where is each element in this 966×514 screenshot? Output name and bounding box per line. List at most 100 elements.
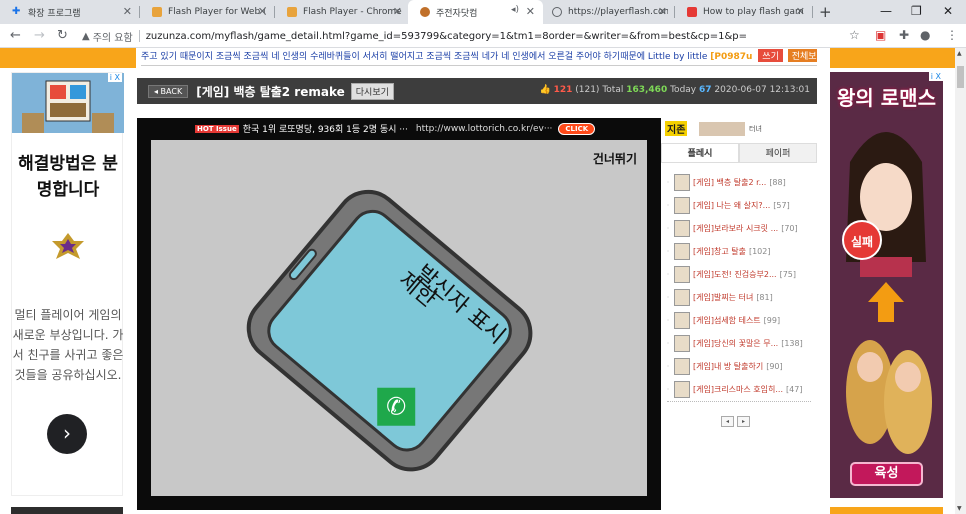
game-name[interactable]: [게임] 나는 왜 살지?... <box>693 200 770 211</box>
tab-playerflash[interactable]: https://playerflash.com ✕ <box>540 0 675 24</box>
write-button[interactable]: 쓰기 <box>758 49 783 62</box>
list-item[interactable]: · [게임]보라보라 시크릿 ... [70] <box>661 217 817 240</box>
puzzle-icon[interactable]: ✚ <box>899 28 909 42</box>
skip-button[interactable]: 건너뛰기 <box>593 150 637 167</box>
game-stage[interactable]: 건너뛰기 ✆ 발신자 표시 제한 <box>151 140 647 496</box>
tab-extensions[interactable]: ✚ 확장 프로그램 ✕ <box>0 0 140 24</box>
phone-illustration[interactable]: ✆ 발신자 표시 제한 <box>151 140 647 496</box>
list-item[interactable]: · [게임]창고 탈출 [102] <box>661 240 817 263</box>
list-item[interactable]: · [게임]섬세함 테스트 [99] <box>661 309 817 332</box>
panel-tabs: 플레시 페이퍼 <box>661 143 817 163</box>
tab-zuzunza[interactable]: 주전자닷컴 ◂) ✕ <box>408 0 543 24</box>
back-arrow-icon[interactable]: ← <box>10 28 21 43</box>
game-name[interactable]: [게임] 백층 탈출2 r... <box>693 177 766 188</box>
hot-text[interactable]: 한국 1위 로또명당, 936회 1등 2명 동시 ··· <box>243 122 408 135</box>
list-item[interactable]: · [게임]크리스마스 호임히... [47] <box>661 378 817 401</box>
hot-url[interactable]: http://www.lottorich.co.kr/ev··· <box>416 124 553 134</box>
extension-icon[interactable]: ▣ <box>875 28 886 42</box>
divider <box>667 401 811 402</box>
tab-flash-player-web[interactable]: Flash Player for Web ( ✕ <box>140 0 275 24</box>
close-icon[interactable]: ✕ <box>258 5 267 18</box>
ad-choices-icon[interactable]: i X <box>928 72 943 81</box>
close-icon[interactable]: ✕ <box>796 5 805 18</box>
prev-page-button[interactable]: ◂ <box>721 416 734 427</box>
address-bar[interactable]: ▲ 주의 요함 zuzunza.com/myflash/game_detail.… <box>82 27 842 45</box>
close-icon[interactable]: ✕ <box>658 5 667 18</box>
game-thumbnail[interactable] <box>674 381 690 398</box>
restore-button[interactable]: ❐ <box>911 4 922 18</box>
audio-icon[interactable]: ◂) <box>511 5 519 15</box>
game-list: · [게임] 백층 탈출2 r... [88] · [게임] 나는 왜 살지?...[… <box>661 171 817 401</box>
forward-arrow-icon[interactable]: → <box>34 28 45 43</box>
profile-icon[interactable]: ● <box>920 28 930 42</box>
orange-banner-left <box>0 48 136 68</box>
page-content: 주고 있기 때문이지 조금씩 조금씩 네 인생의 수레바퀴들이 서서히 떨어지고… <box>0 48 966 514</box>
view-all-button[interactable]: 전체보기 <box>787 49 817 62</box>
game-name[interactable]: [게임]당신의 꽃말은 무... <box>693 338 778 349</box>
minimize-button[interactable]: — <box>880 4 892 18</box>
game-thumbnail[interactable] <box>674 335 690 352</box>
game-thumbnail[interactable] <box>674 220 690 237</box>
hot-badge: HOT Issue <box>195 124 239 133</box>
close-icon[interactable]: ✕ <box>526 5 535 18</box>
game-name[interactable]: [게임]보라보라 시크릿 ... <box>693 223 778 234</box>
mini-banner[interactable] <box>699 122 745 136</box>
brand-label[interactable]: 지존 <box>665 121 688 136</box>
ticker-author[interactable]: [P0987u <box>710 52 752 62</box>
game-thumbnail[interactable] <box>674 289 690 306</box>
new-tab-button[interactable]: + <box>819 3 832 21</box>
tab-separator <box>812 6 813 18</box>
scroll-up-arrow[interactable]: ▲ <box>957 50 962 57</box>
list-item[interactable]: · [게임]내 방 탈출하기 [90] <box>661 355 817 378</box>
close-icon[interactable]: ✕ <box>123 5 132 18</box>
menu-kebab-icon[interactable]: ⋮ <box>946 28 958 42</box>
ad-go-button[interactable]: › <box>47 414 87 454</box>
list-item[interactable]: · [게임] 나는 왜 살지?... [57] <box>661 194 817 217</box>
game-name[interactable]: [게임]발찌는 터녀 <box>693 292 753 303</box>
comment-count: [47] <box>786 385 803 394</box>
right-ad[interactable]: i X 왕의 로맨스 실패 육성 <box>830 72 943 498</box>
list-item[interactable]: · [게임]발찌는 터녀 [81] <box>661 286 817 309</box>
scrollbar-thumb[interactable] <box>957 66 964 88</box>
list-item[interactable]: · [게임] 백층 탈출2 r... [88] <box>661 171 817 194</box>
game-thumbnail[interactable] <box>674 174 690 191</box>
game-name[interactable]: [게임]도전! 진검승부2... <box>693 269 777 280</box>
game-thumbnail[interactable] <box>674 243 690 260</box>
list-item[interactable]: · [게임]당신의 꽃말은 무... [138] <box>661 332 817 355</box>
left-ad[interactable]: i X 해결방법은 분명합니다 멀티 플레이어 게임의 새로운 부상입니다. 가… <box>11 72 124 496</box>
hot-issue-banner[interactable]: HOT Issue 한국 1위 로또명당, 936회 1등 2명 동시 ··· … <box>195 122 596 135</box>
ad-strip-left <box>11 507 123 514</box>
tab-paper[interactable]: 페이퍼 <box>739 143 817 162</box>
close-icon[interactable]: ✕ <box>393 5 402 18</box>
tab-flash[interactable]: 플레시 <box>661 143 739 162</box>
thumbs-up-icon: 👍 <box>539 85 551 95</box>
back-button[interactable]: ◂ BACK <box>148 84 189 98</box>
next-page-button[interactable]: ▸ <box>737 416 750 427</box>
call-icon: ✆ <box>386 393 406 421</box>
tab-how-to-play[interactable]: How to play flash gam ✕ <box>675 0 813 24</box>
replay-button[interactable]: 다시보기 <box>350 82 394 100</box>
ad-cta-button[interactable]: 육성 <box>850 462 923 486</box>
game-thumbnail[interactable] <box>674 358 690 375</box>
game-name[interactable]: [게임]크리스마스 호임히... <box>693 384 783 395</box>
scroll-down-arrow[interactable]: ▼ <box>957 505 962 512</box>
game-name[interactable]: [게임]내 방 탈출하기 <box>693 361 763 372</box>
game-thumbnail[interactable] <box>674 197 690 214</box>
bookmark-star-icon[interactable]: ☆ <box>849 28 860 42</box>
security-label[interactable]: 주의 요함 <box>93 29 133 44</box>
url-text[interactable]: zuzunza.com/myflash/game_detail.html?gam… <box>146 31 747 42</box>
game-name[interactable]: [게임]섬세함 테스트 <box>693 315 761 326</box>
window-close-button[interactable]: ✕ <box>943 4 953 18</box>
puzzle-icon: ✚ <box>12 6 21 17</box>
game-thumbnail[interactable] <box>674 312 690 329</box>
click-button[interactable]: CLICK <box>558 122 596 135</box>
reload-icon[interactable]: ↻ <box>57 28 68 43</box>
warning-icon[interactable]: ▲ <box>82 31 90 42</box>
list-item[interactable]: · [게임]도전! 진검승부2... [75] <box>661 263 817 286</box>
game-name[interactable]: [게임]창고 탈출 <box>693 246 746 257</box>
ad-choices-icon[interactable]: i X <box>107 73 122 82</box>
page-scrollbar[interactable]: ▲ ▼ <box>955 48 966 514</box>
hero-wars-logo <box>52 233 84 259</box>
game-thumbnail[interactable] <box>674 266 690 283</box>
tab-flash-player-chrome[interactable]: Flash Player - Chrome ✕ <box>275 0 410 24</box>
